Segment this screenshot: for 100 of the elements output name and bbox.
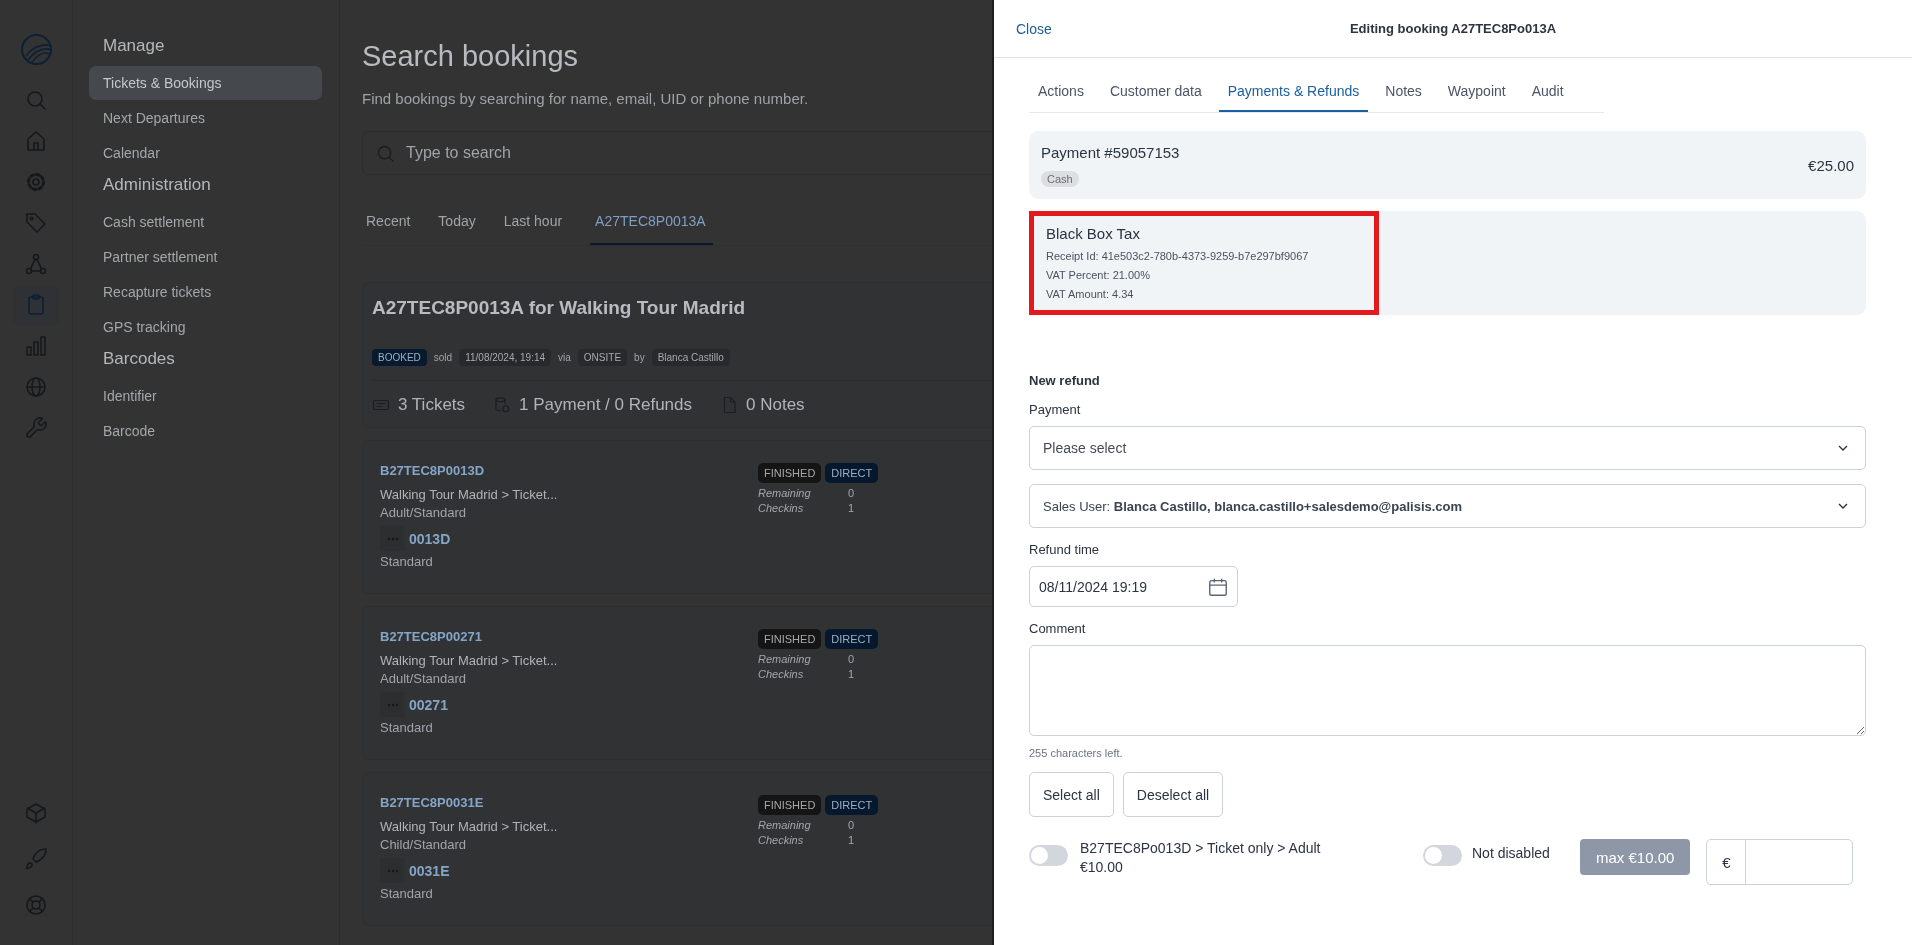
nav-item[interactable]: Calendar: [89, 136, 322, 170]
select-button[interactable]: Select all: [1029, 772, 1114, 817]
tab[interactable]: Recent: [366, 205, 425, 245]
tax-title: Black Box Tax: [1046, 225, 1141, 242]
tab[interactable]: Last hour: [503, 205, 577, 245]
nav-item[interactable]: Barcode: [89, 414, 322, 448]
stat-label: 0 Notes: [746, 395, 805, 415]
dots-icon: [386, 702, 399, 707]
field-label: Payment: [1029, 402, 1082, 417]
more-button[interactable]: [380, 858, 405, 883]
seller-tag: Blanca Castillo: [651, 349, 730, 366]
stat-value: 1: [848, 668, 855, 680]
stat-label: 3 Tickets: [398, 395, 466, 415]
status-badge: FINISHED: [758, 795, 822, 815]
refund-item-price: €10.00: [1080, 858, 1124, 877]
character-counter: 255 characters left.: [1029, 747, 1124, 759]
tab[interactable]: Payments & Refunds: [1218, 75, 1369, 112]
nav-item[interactable]: Identifier: [89, 379, 322, 413]
currency-label: €: [1707, 840, 1747, 884]
booking-title: A27TEC8P0013A for Walking Tour Madrid: [372, 297, 747, 319]
barcode-link[interactable]: 00271: [409, 696, 448, 713]
meta-label: via: [558, 352, 571, 363]
logo-icon: [19, 33, 53, 66]
stat-label: Remaining: [758, 819, 812, 831]
tab[interactable]: A27TEC8P0013A: [590, 205, 713, 245]
page-subtitle: Find bookings by searching for name, email, UID or phone number.: [362, 90, 810, 107]
stat-value: 1: [848, 834, 855, 846]
ticket-product: Walking Tour Madrid > Ticket...: [380, 653, 559, 668]
search-placeholder: Type to search: [406, 144, 511, 162]
status-badge: FINISHED: [758, 463, 822, 483]
sales-user-select[interactable]: Sales User: Blanca Castillo, blanca.castillo+salesdemo@palisis.com: [1029, 484, 1866, 528]
field-label: Comment: [1029, 621, 1087, 636]
ticket-variant: Adult/Standard: [380, 671, 467, 686]
close-link[interactable]: Close: [1016, 20, 1052, 37]
max-amount-button[interactable]: max €10.00: [1580, 839, 1691, 875]
stat-value: 0: [848, 819, 855, 831]
section-heading: New refund: [1029, 373, 1101, 388]
dots-icon: [386, 536, 399, 541]
select-placeholder: Please select: [1043, 440, 1127, 456]
payment-method-tag: Cash: [1041, 171, 1079, 187]
toggle-switch[interactable]: [1423, 845, 1462, 866]
select-value: Sales User: Blanca Castillo, blanca.castillo+salesdemo@palisis.com: [1043, 498, 1463, 514]
nav-item[interactable]: Partner settlement: [89, 240, 322, 274]
ticket-code-link[interactable]: B27TEC8P00271: [380, 629, 758, 644]
nav-item[interactable]: Cash settlement: [89, 205, 322, 239]
ticket-product: Walking Tour Madrid > Ticket...: [380, 487, 559, 502]
nav-section-title: Administration: [102, 175, 211, 195]
stat-value: 1: [848, 502, 855, 514]
amount-field[interactable]: €: [1706, 839, 1854, 885]
more-button[interactable]: [380, 692, 405, 717]
nav-section-title: Barcodes: [102, 349, 175, 369]
barcode-link[interactable]: 0031E: [409, 862, 450, 879]
stat-value: 0: [848, 653, 855, 665]
ticket-code-link[interactable]: B27TEC8P0031E: [380, 795, 758, 810]
status-badge: FINISHED: [758, 629, 822, 649]
tab[interactable]: Waypoint: [1438, 75, 1515, 112]
comment-field[interactable]: [1029, 645, 1866, 736]
tab[interactable]: Notes: [1376, 75, 1431, 112]
tab[interactable]: Customer data: [1100, 75, 1211, 112]
stat-label: Checkins: [758, 668, 805, 680]
date-tag: 11/08/2024, 19:14: [459, 349, 552, 366]
tab[interactable]: Audit: [1522, 75, 1573, 112]
date-value: 08/11/2024 19:19: [1039, 578, 1147, 595]
panel-title: Editing booking A27TEC8Po013A: [1349, 21, 1557, 36]
tab[interactable]: Actions: [1029, 75, 1093, 112]
ticket-category: Standard: [380, 554, 434, 569]
meta-label: by: [634, 352, 645, 363]
nav-item[interactable]: Tickets & Bookings: [89, 66, 322, 100]
barcode-link[interactable]: 0013D: [409, 530, 451, 547]
ticket-code-link[interactable]: B27TEC8P0013D: [380, 463, 758, 478]
stat-label: Remaining: [758, 653, 812, 665]
channel-tag: ONSITE: [577, 349, 628, 366]
tax-detail: Receipt Id: 41e503c2-780b-4373-9259-b7e297bf9067: [1046, 250, 1310, 262]
refund-item-label: B27TEC8Po013D > Ticket only > Adult: [1080, 839, 1322, 858]
stat-label: Checkins: [758, 834, 805, 846]
stat-label: Checkins: [758, 502, 805, 514]
status-badge: DIRECT: [825, 629, 879, 649]
clipboard-icon[interactable]: [13, 285, 59, 325]
status-badge: BOOKED: [372, 349, 427, 366]
page-title: Search bookings: [362, 40, 580, 73]
search-field[interactable]: Type to search: [362, 131, 992, 175]
ticket-variant: Child/Standard: [380, 837, 467, 852]
tab[interactable]: Today: [438, 205, 490, 245]
tax-detail: VAT Percent: 21.00%: [1046, 269, 1151, 281]
nav-item[interactable]: GPS tracking: [89, 310, 322, 344]
date-field[interactable]: 08/11/2024 19:19: [1029, 566, 1238, 607]
nav-item[interactable]: Next Departures: [89, 101, 322, 135]
tax-detail: VAT Amount: 4.34: [1046, 288, 1135, 300]
ticket-category: Standard: [380, 720, 434, 735]
stat-value: 0: [848, 487, 855, 499]
payment-select[interactable]: Please select: [1029, 426, 1866, 470]
nav-item[interactable]: Recapture tickets: [89, 275, 322, 309]
ticket-category: Standard: [380, 886, 434, 901]
meta-label: sold: [433, 352, 453, 363]
status-badge: DIRECT: [825, 463, 879, 483]
more-button[interactable]: [380, 526, 405, 551]
select-button[interactable]: Deselect all: [1122, 772, 1224, 817]
ticket-variant: Adult/Standard: [380, 505, 467, 520]
toggle-switch[interactable]: [1029, 845, 1068, 866]
nav-section-title: Manage: [102, 36, 165, 56]
